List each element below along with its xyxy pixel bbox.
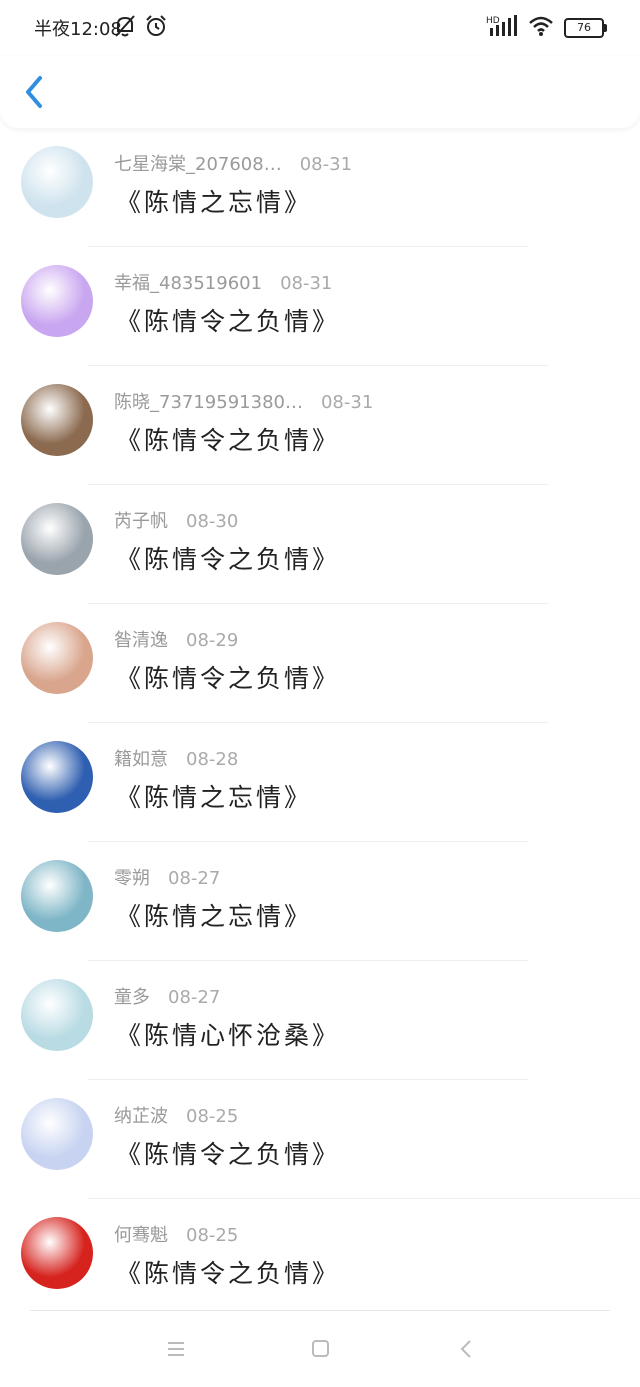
avatar[interactable] xyxy=(21,979,93,1051)
menu-icon xyxy=(168,1342,184,1356)
message-text: 《陈情令之负情》 xyxy=(116,664,341,693)
item-meta: 七星海棠_207608… 08-31 xyxy=(114,150,352,176)
item-meta: 陈晓_73719591380… 08-31 xyxy=(114,388,373,414)
avatar[interactable] xyxy=(21,146,93,218)
list-item[interactable]: 芮子帆 08-30 《陈情令之负情》 xyxy=(0,485,640,604)
message-list: 七星海棠_207608… 08-31 《陈情之忘情》 幸福_483519601 08-3… xyxy=(0,128,640,1318)
status-time: 半夜12:08 xyxy=(34,19,122,40)
avatar[interactable] xyxy=(21,622,93,694)
wifi-icon xyxy=(528,15,554,41)
username[interactable]: 芮子帆 xyxy=(114,511,168,532)
square-home-icon xyxy=(312,1340,329,1357)
home-button[interactable] xyxy=(306,1336,336,1362)
list-item[interactable]: 幸福_483519601 08-31 《陈情令之负情》 xyxy=(0,247,640,366)
triangle-back-icon xyxy=(460,1340,471,1358)
date-label: 08-31 xyxy=(280,273,333,294)
top-bar xyxy=(0,56,640,128)
avatar[interactable] xyxy=(21,860,93,932)
date-label: 08-30 xyxy=(186,511,239,532)
list-item[interactable]: 零朔 08-27 《陈情之忘情》 xyxy=(0,842,640,961)
battery-icon: 76 xyxy=(564,18,607,38)
item-meta: 昝清逸 08-29 xyxy=(114,626,238,652)
username[interactable]: 零朔 xyxy=(114,868,150,889)
status-bar: 半夜12:08 HD 76 xyxy=(0,0,640,56)
date-label: 08-27 xyxy=(168,987,221,1008)
item-meta: 何骞魁 08-25 xyxy=(114,1221,238,1247)
username[interactable]: 童多 xyxy=(114,987,150,1008)
avatar[interactable] xyxy=(21,741,93,813)
system-nav-bar xyxy=(0,1310,640,1387)
message-text: 《陈情令之负情》 xyxy=(116,1140,341,1169)
avatar[interactable] xyxy=(21,1217,93,1289)
item-meta: 零朔 08-27 xyxy=(114,864,220,890)
status-icons-right: HD 76 xyxy=(486,14,607,42)
svg-text:HD: HD xyxy=(486,16,500,26)
list-item[interactable]: 陈晓_73719591380… 08-31 《陈情令之负情》 xyxy=(0,366,640,485)
username[interactable]: 昝清逸 xyxy=(114,630,168,651)
item-meta: 籍如意 08-28 xyxy=(114,745,238,771)
signal-icon: HD xyxy=(486,14,518,42)
menu-button[interactable] xyxy=(162,1336,192,1362)
list-item[interactable]: 何骞魁 08-25 《陈情令之负情》 xyxy=(0,1199,640,1318)
nav-divider xyxy=(30,1310,610,1311)
message-text: 《陈情之忘情》 xyxy=(116,783,313,812)
username[interactable]: 籍如意 xyxy=(114,749,168,770)
item-meta: 幸福_483519601 08-31 xyxy=(114,269,332,295)
chevron-left-icon xyxy=(26,76,42,108)
message-text: 《陈情令之负情》 xyxy=(116,1259,341,1288)
username[interactable]: 纳芷波 xyxy=(114,1106,168,1127)
list-item[interactable]: 昝清逸 08-29 《陈情令之负情》 xyxy=(0,604,640,723)
alarm-icon xyxy=(144,14,168,42)
message-text: 《陈情令之负情》 xyxy=(116,426,341,455)
date-label: 08-31 xyxy=(299,154,353,175)
date-label: 08-31 xyxy=(320,392,374,413)
message-text: 《陈情之忘情》 xyxy=(116,188,313,217)
list-item[interactable]: 七星海棠_207608… 08-31 《陈情之忘情》 xyxy=(0,128,640,247)
date-label: 08-25 xyxy=(186,1106,239,1127)
message-text: 《陈情心怀沧桑》 xyxy=(116,1021,341,1050)
list-item[interactable]: 籍如意 08-28 《陈情之忘情》 xyxy=(0,723,640,842)
item-meta: 纳芷波 08-25 xyxy=(114,1102,238,1128)
username[interactable]: 幸福_483519601 xyxy=(114,273,262,294)
avatar[interactable] xyxy=(21,384,93,456)
system-back-button[interactable] xyxy=(452,1336,482,1362)
message-text: 《陈情令之负情》 xyxy=(116,545,341,574)
username[interactable]: 七星海棠_207608… xyxy=(114,154,282,175)
list-item[interactable]: 纳芷波 08-25 《陈情令之负情》 xyxy=(0,1080,640,1199)
status-icons-left xyxy=(114,14,168,42)
username[interactable]: 陈晓_73719591380… xyxy=(114,392,303,413)
message-text: 《陈情之忘情》 xyxy=(116,902,313,931)
message-text: 《陈情令之负情》 xyxy=(116,307,341,336)
avatar[interactable] xyxy=(21,503,93,575)
bell-off-icon xyxy=(114,14,136,42)
list-item[interactable]: 童多 08-27 《陈情心怀沧桑》 xyxy=(0,961,640,1080)
avatar[interactable] xyxy=(21,265,93,337)
username[interactable]: 何骞魁 xyxy=(114,1225,168,1246)
item-meta: 芮子帆 08-30 xyxy=(114,507,238,533)
back-button[interactable] xyxy=(18,72,54,112)
item-meta: 童多 08-27 xyxy=(114,983,220,1009)
date-label: 08-28 xyxy=(186,749,239,770)
avatar[interactable] xyxy=(21,1098,93,1170)
date-label: 08-29 xyxy=(186,630,239,651)
date-label: 08-27 xyxy=(168,868,221,889)
date-label: 08-25 xyxy=(186,1225,239,1246)
